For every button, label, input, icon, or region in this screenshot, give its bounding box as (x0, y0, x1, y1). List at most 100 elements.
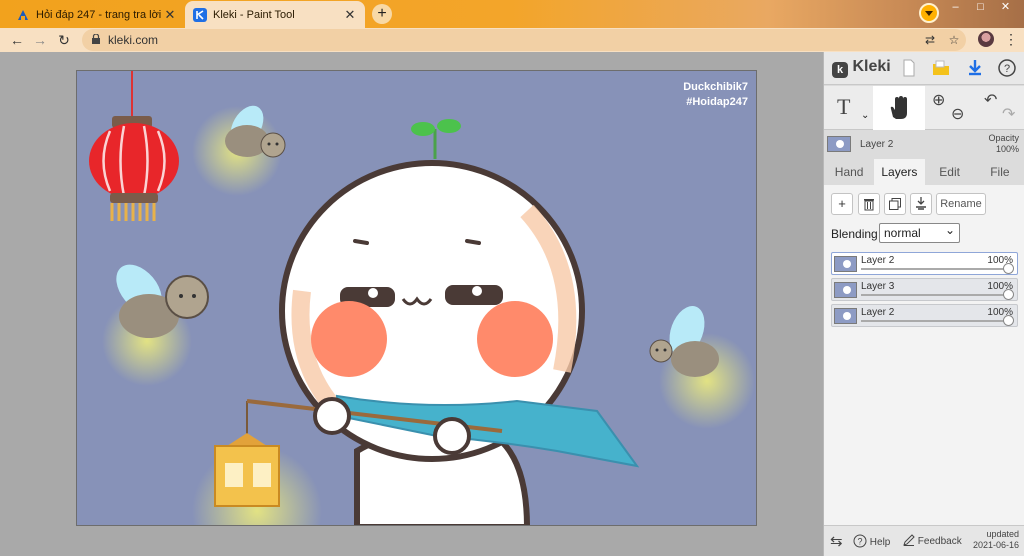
tab-hoidap[interactable]: Hỏi đáp 247 - trang tra lời ✕ (8, 1, 185, 28)
blending-label: Blending (831, 227, 878, 241)
tab-edit[interactable]: Edit (925, 159, 975, 185)
tab-title: Hỏi đáp 247 - trang tra lời (36, 8, 162, 21)
media-control-icon[interactable] (919, 3, 939, 23)
minimize-button[interactable]: – (943, 0, 968, 16)
artist-credit: Duckchibik7 #Hoidap247 (683, 80, 748, 110)
browser-menu-icon[interactable]: ⋮ (1004, 31, 1018, 49)
opacity-slider-knob[interactable] (1003, 289, 1014, 300)
layer-thumbnail (834, 256, 857, 272)
current-layer-name: Layer 2 (860, 139, 894, 150)
tab-layers[interactable]: Layers (874, 159, 925, 185)
address-bar[interactable]: kleki.com ⇄ ☆ (82, 29, 966, 51)
text-tool-button[interactable]: T ⌄ (824, 86, 872, 130)
kleki-favicon-icon (193, 7, 207, 22)
history-buttons: ↶ ↷ (974, 86, 1024, 130)
layer-thumbnail (834, 282, 857, 298)
help-label: Help (869, 537, 891, 548)
chevron-down-icon: ⌄ (861, 110, 870, 121)
zoom-buttons: ⊕ ⊖ (925, 86, 973, 130)
close-tab-icon[interactable]: ✕ (343, 7, 357, 23)
hand-icon (890, 96, 907, 119)
help-link[interactable]: ? Help (853, 534, 890, 548)
svg-text:?: ? (857, 537, 862, 547)
merge-layer-button[interactable] (910, 193, 932, 215)
trash-icon (864, 199, 874, 211)
lock-icon (92, 34, 100, 44)
current-layer-info: Layer 2 Opacity 100% (824, 131, 1024, 159)
url-text: kleki.com (108, 33, 159, 47)
download-icon[interactable] (965, 58, 985, 78)
opacity-slider-track[interactable] (861, 294, 1009, 296)
layer-row[interactable]: Layer 2 100% (831, 304, 1018, 327)
undo-icon[interactable]: ↶ (984, 90, 997, 110)
zoom-out-icon[interactable]: ⊖ (951, 104, 964, 124)
canvas-workspace[interactable]: Duckchibik7 #Hoidap247 (0, 52, 823, 556)
credit-name: Duckchibik7 (683, 81, 748, 93)
blending-mode-select[interactable]: normal (879, 221, 960, 243)
back-button[interactable]: ← (8, 31, 26, 49)
sidebar-header: k Kleki ? (824, 52, 1024, 85)
layer-name: Layer 2 (861, 307, 895, 318)
feedback-link[interactable]: Feedback (903, 534, 962, 547)
bookmark-star-icon[interactable]: ☆ (946, 32, 962, 48)
firefly-drawing (116, 264, 209, 338)
new-tab-button[interactable]: + (372, 4, 392, 24)
kleki-logo: k Kleki (832, 58, 891, 78)
drawing-canvas[interactable]: Duckchibik7 #Hoidap247 (76, 70, 757, 526)
red-lantern-drawing (89, 71, 179, 221)
duplicate-layer-button[interactable] (884, 193, 906, 215)
sidebar-footer: ⇆ ? Help Feedback updated 2021-06-16 (824, 525, 1024, 556)
layer-name: Layer 2 (861, 255, 895, 266)
maximize-button[interactable]: □ (968, 0, 993, 16)
merge-down-icon (916, 197, 926, 210)
opacity-slider-track[interactable] (861, 268, 1009, 270)
add-layer-button[interactable]: + (831, 193, 853, 215)
logo-text: Kleki (852, 58, 891, 75)
layers-panel: + Rename Blending normal Layer 2 100% (824, 185, 1024, 556)
layer-thumbnail (827, 136, 851, 152)
hand-tool-button[interactable] (873, 86, 925, 130)
profile-avatar[interactable] (978, 31, 994, 47)
zoom-in-icon[interactable]: ⊕ (932, 90, 945, 110)
kleki-logo-icon: k (832, 62, 848, 78)
window-controls: – □ ✕ (943, 0, 1018, 16)
close-tab-icon[interactable]: ✕ (163, 7, 177, 23)
update-info: updated 2021-06-16 (973, 529, 1019, 551)
layer-thumbnail (834, 308, 857, 324)
rename-layer-button[interactable]: Rename (936, 193, 986, 215)
updated-date: 2021-06-16 (972, 540, 1019, 550)
layer-name: Layer 3 (861, 281, 895, 292)
close-window-button[interactable]: ✕ (993, 0, 1018, 16)
character-drawing (246, 119, 640, 525)
canvas-artwork (89, 71, 755, 525)
layer-row[interactable]: Layer 3 100% (831, 278, 1018, 301)
open-folder-icon[interactable] (931, 58, 951, 78)
opacity-slider-track[interactable] (861, 320, 1009, 322)
opacity-slider-knob[interactable] (1003, 315, 1014, 326)
forward-button[interactable]: → (31, 31, 49, 49)
tool-bar: T ⌄ ⊕ ⊖ ↶ ↷ (824, 86, 1024, 130)
delete-layer-button[interactable] (858, 193, 880, 215)
translate-icon[interactable]: ⇄ (922, 32, 938, 48)
svg-text:?: ? (1004, 63, 1010, 75)
feedback-label: Feedback (917, 536, 962, 547)
tab-hand[interactable]: Hand (824, 159, 874, 185)
tab-kleki[interactable]: Kleki - Paint Tool ✕ (185, 1, 365, 28)
updated-label: updated (986, 529, 1019, 539)
sidebar-tabs: Hand Layers Edit File (824, 159, 1024, 185)
new-file-icon[interactable] (899, 58, 919, 78)
tab-file[interactable]: File (975, 159, 1024, 185)
kleki-sidebar: k Kleki ? T ⌄ ⊕ ⊖ ↶ ↷ Layer 2 Opacity 10… (823, 52, 1024, 556)
browser-toolbar: ← → ↻ kleki.com ⇄ ☆ (0, 28, 1024, 52)
help-circle-icon: ? (853, 534, 867, 548)
duplicate-icon (889, 198, 901, 210)
swap-sides-icon[interactable]: ⇆ (830, 532, 843, 550)
layer-row[interactable]: Layer 2 100% (831, 252, 1018, 275)
help-circle-icon[interactable]: ? (997, 58, 1017, 78)
browser-tab-strip: Hỏi đáp 247 - trang tra lời ✕ Kleki - Pa… (0, 0, 1024, 28)
reload-button[interactable]: ↻ (55, 31, 73, 49)
opacity-slider-knob[interactable] (1003, 263, 1014, 274)
redo-icon[interactable]: ↷ (1002, 104, 1015, 124)
opacity-value: 100% (995, 144, 1019, 154)
tab-title: Kleki - Paint Tool (213, 8, 295, 21)
